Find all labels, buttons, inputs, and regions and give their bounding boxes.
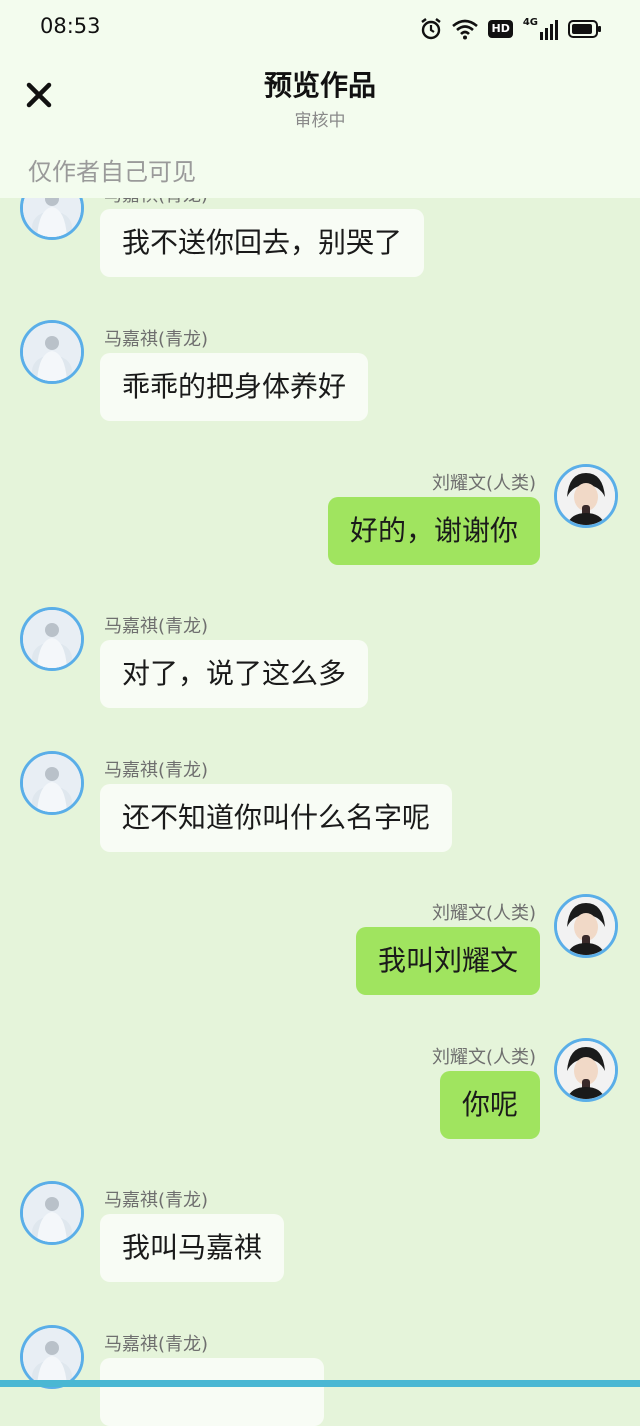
message-bubble[interactable]: 乖乖的把身体养好 — [100, 353, 369, 421]
review-status: 审核中 — [294, 111, 346, 131]
sender-name: 马嘉祺(青龙) — [104, 616, 209, 637]
message-bubble[interactable] — [100, 1358, 324, 1426]
avatar[interactable] — [554, 1038, 618, 1102]
avatar[interactable] — [554, 894, 618, 958]
avatar[interactable] — [20, 607, 84, 671]
sender-name: 刘耀文(人类) — [431, 473, 536, 494]
status-time: 08:53 — [40, 14, 101, 38]
message-bubble[interactable]: 我不送你回去，别哭了 — [100, 209, 425, 277]
hd-icon: HD — [488, 20, 513, 38]
message-bubble[interactable]: 我叫刘耀文 — [355, 927, 540, 995]
chat-list[interactable]: 马嘉祺(青龙) 我不送你回去，别哭了 马嘉祺(青龙) 乖乖的把身体养好 刘耀文(… — [0, 0, 640, 1426]
network-label: 4G — [522, 17, 538, 28]
wifi-icon — [452, 19, 479, 40]
message-bubble[interactable]: 我叫马嘉祺 — [100, 1214, 285, 1282]
sender-name: 刘耀文(人类) — [431, 903, 536, 924]
sender-name: 马嘉祺(青龙) — [104, 760, 209, 781]
avatar[interactable] — [20, 751, 84, 815]
avatar[interactable] — [554, 464, 618, 528]
status-icons: HD 4G — [420, 16, 602, 42]
sender-name: 马嘉祺(青龙) — [104, 329, 209, 350]
avatar[interactable] — [20, 320, 84, 384]
sender-name: 马嘉祺(青龙) — [104, 1190, 209, 1211]
message-bubble[interactable]: 对了，说了这么多 — [100, 640, 369, 708]
message-bubble[interactable]: 还不知道你叫什么名字呢 — [100, 784, 453, 852]
page-title: 预览作品 — [263, 69, 376, 102]
sender-name: 马嘉祺(青龙) — [104, 1334, 209, 1355]
avatar[interactable] — [20, 1181, 84, 1245]
sender-name: 刘耀文(人类) — [431, 1047, 536, 1068]
bottom-edge-strip — [0, 1380, 640, 1387]
visibility-note: 仅作者自己可见 — [28, 158, 196, 186]
battery-icon — [568, 20, 601, 38]
header-bar: 08:53 HD 4G 预览作品 审核中 仅作者自己可见 — [0, 0, 640, 198]
alarm-icon — [421, 18, 442, 40]
4g-signal-icon: 4G — [523, 18, 558, 40]
message-bubble[interactable]: 好的，谢谢你 — [327, 497, 540, 565]
message-bubble[interactable]: 你呢 — [439, 1071, 540, 1139]
